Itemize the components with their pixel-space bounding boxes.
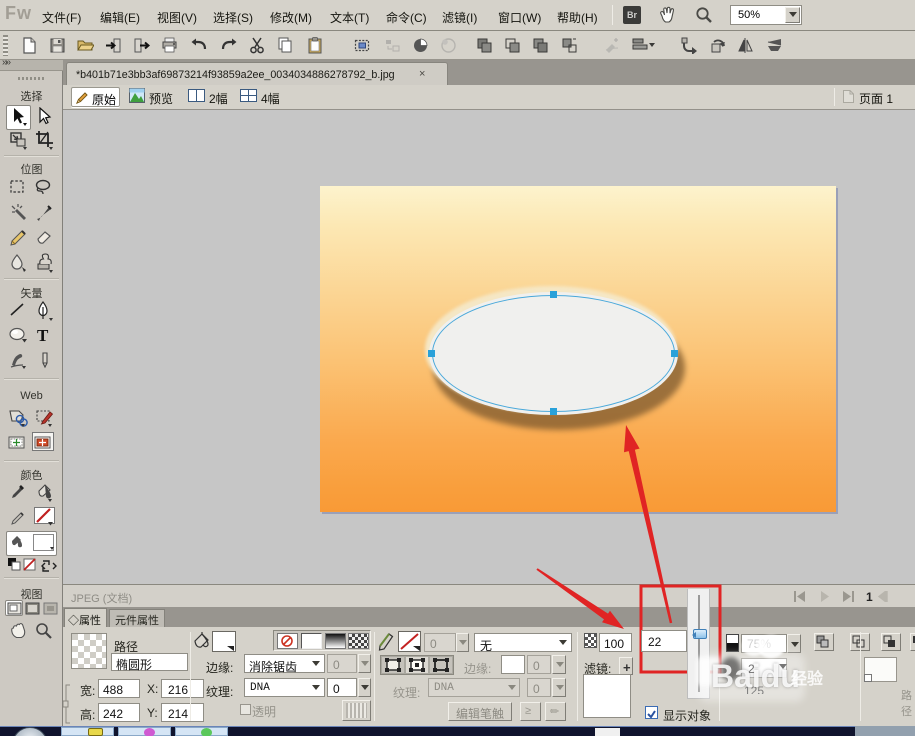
svg-text:1: 1 [866,591,873,602]
svg-text:T: T [37,326,49,345]
